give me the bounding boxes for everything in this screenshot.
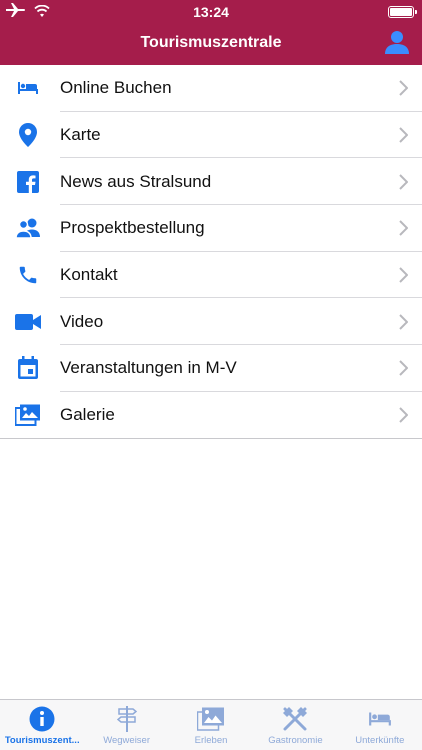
tab-label: Erleben bbox=[194, 735, 228, 746]
bed-icon bbox=[14, 74, 42, 102]
tab-tourismuszentrale[interactable]: Tourismuszent... bbox=[0, 700, 84, 750]
tab-gastronomie[interactable]: Gastronomie bbox=[253, 700, 337, 750]
map-pin-icon bbox=[14, 121, 42, 149]
calendar-icon bbox=[14, 354, 42, 382]
phone-icon bbox=[14, 261, 42, 289]
tab-unterkuenfte[interactable]: Unterkünfte bbox=[338, 700, 422, 750]
chevron-right-icon bbox=[399, 220, 408, 237]
info-icon bbox=[28, 705, 56, 733]
menu-item-veranstaltungen[interactable]: Veranstaltungen in M-V bbox=[0, 345, 422, 392]
menu-item-label: Karte bbox=[60, 125, 101, 145]
menu-item-label: Prospektbestellung bbox=[60, 218, 205, 238]
signpost-icon bbox=[113, 705, 141, 733]
menu-item-label: Veranstaltungen in M-V bbox=[60, 358, 237, 378]
menu-item-label: Kontakt bbox=[60, 265, 118, 285]
menu-item-label: News aus Stralsund bbox=[60, 171, 212, 191]
menu-item-karte[interactable]: Karte bbox=[0, 112, 422, 159]
gallery-icon bbox=[14, 401, 42, 429]
tab-wegweiser[interactable]: Wegweiser bbox=[84, 700, 168, 750]
tab-label: Gastronomie bbox=[268, 735, 323, 746]
menu-item-video[interactable]: Video bbox=[0, 298, 422, 345]
video-camera-icon bbox=[14, 308, 42, 336]
facebook-icon bbox=[14, 168, 42, 196]
battery-icon bbox=[388, 6, 417, 18]
menu-item-online-buchen[interactable]: Online Buchen bbox=[0, 65, 422, 112]
tab-label: Tourismuszent... bbox=[4, 735, 80, 746]
chevron-right-icon bbox=[399, 80, 408, 97]
chevron-right-icon bbox=[399, 127, 408, 143]
chevron-right-icon bbox=[399, 314, 408, 330]
tab-bar: Tourismuszent... Wegweiser Erleben Gastr… bbox=[0, 699, 422, 750]
menu-item-galerie[interactable]: Galerie bbox=[0, 392, 422, 439]
menu-item-prospektbestellung[interactable]: Prospektbestellung bbox=[0, 205, 422, 252]
tab-label: Unterkünfte bbox=[355, 735, 405, 746]
status-bar: 13:24 bbox=[0, 0, 422, 22]
status-time: 13:24 bbox=[193, 4, 229, 20]
gallery-icon bbox=[197, 705, 225, 733]
chevron-right-icon bbox=[399, 407, 408, 423]
chevron-right-icon bbox=[399, 360, 408, 377]
chevron-right-icon bbox=[399, 174, 408, 190]
bed-icon bbox=[366, 705, 394, 733]
menu-item-label: Online Buchen bbox=[60, 78, 172, 98]
menu-item-news[interactable]: News aus Stralsund bbox=[0, 158, 422, 205]
profile-button[interactable] bbox=[384, 30, 410, 54]
people-icon bbox=[14, 214, 42, 242]
menu-item-label: Galerie bbox=[60, 405, 115, 425]
menu-list: Online Buchen Karte News aus Stralsund P… bbox=[0, 65, 422, 439]
menu-item-label: Video bbox=[60, 311, 104, 331]
menu-item-kontakt[interactable]: Kontakt bbox=[0, 252, 422, 299]
chevron-right-icon bbox=[399, 267, 408, 283]
person-icon bbox=[385, 31, 409, 54]
nav-header: 13:24 Tourismuszentrale bbox=[0, 0, 422, 65]
tab-erleben[interactable]: Erleben bbox=[169, 700, 253, 750]
page-title: Tourismuszentrale bbox=[140, 34, 282, 51]
tab-label: Wegweiser bbox=[103, 735, 151, 746]
cutlery-icon bbox=[281, 705, 309, 733]
